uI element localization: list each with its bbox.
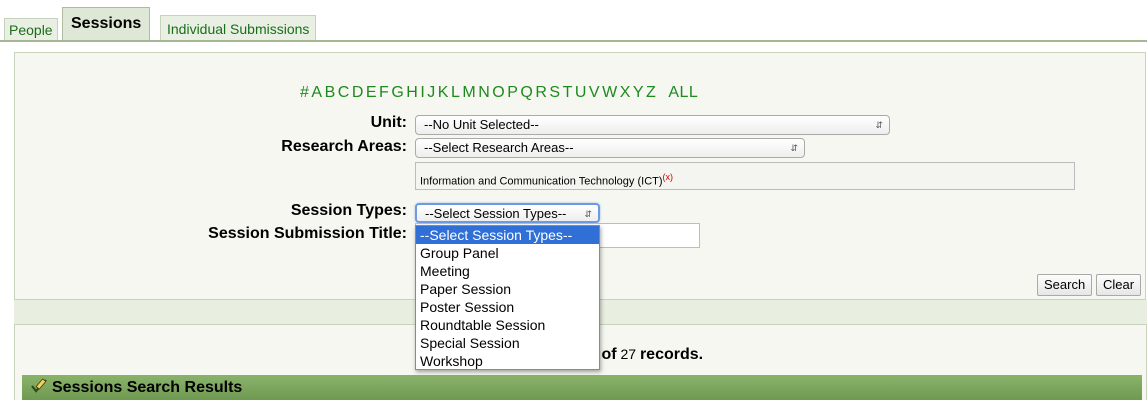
session-type-option[interactable]: Special Session [416,334,599,352]
results-header: Sessions Search Results [22,375,1142,400]
letter-link[interactable]: V [589,84,600,101]
letter-link[interactable]: Y [633,84,644,101]
pencil-check-icon [30,377,48,395]
letter-link[interactable]: Z [646,84,656,101]
letter-link[interactable]: D [352,84,364,101]
session-type-option[interactable]: Roundtable Session [416,316,599,334]
unit-select-value: --No Unit Selected-- [424,117,539,132]
session-title-label: Session Submission Title: [208,225,407,242]
search-button[interactable]: Search [1037,274,1093,296]
remove-area-link[interactable]: (x) [663,172,674,182]
session-types-dropdown[interactable]: --Select Session Types-- Group Panel Meeti… [415,225,600,370]
letter-link[interactable]: I [420,84,425,101]
letter-link[interactable]: A [311,84,322,101]
session-type-option[interactable]: Workshop [416,352,599,370]
records-total: 27 [620,346,637,362]
tab-divider [0,40,1147,42]
session-type-option[interactable]: --Select Session Types-- [416,226,599,244]
letter-link-all[interactable]: ALL [668,84,698,101]
letter-link[interactable]: H [406,84,418,101]
letter-link[interactable]: E [366,84,377,101]
selected-area-tag: Information and Communication Technology… [420,175,663,188]
letter-link[interactable]: R [535,84,547,101]
tab-individual-submissions[interactable]: Individual Submissions [160,15,317,40]
letter-link[interactable]: B [325,84,336,101]
select-arrows-icon: ⇵ [790,143,798,153]
select-arrows-icon: ⇵ [875,120,883,130]
letter-link[interactable]: O [492,84,505,101]
research-areas-label: Research Areas: [281,138,407,155]
letter-link[interactable]: G [391,84,404,101]
session-type-option[interactable]: Poster Session [416,298,599,316]
clear-button[interactable]: Clear [1096,274,1142,296]
session-types-select[interactable]: --Select Session Types-- ⇵ [415,203,600,223]
letter-link[interactable]: M [462,84,476,101]
session-types-label: Session Types: [290,202,407,219]
results-header-title: Sessions Search Results [52,379,243,396]
letter-link[interactable]: U [575,84,587,101]
letter-link[interactable]: N [478,84,490,101]
letter-link[interactable]: J [427,84,436,101]
letter-link[interactable]: S [549,84,560,101]
alphabet-filter: # A B C D E F G H I J K L M N O P Q R S T U V W X Y Z ALL [300,84,700,102]
records-count: 27 of 27 records. [582,346,703,364]
records-of: of [601,346,617,363]
session-type-option[interactable]: Meeting [416,262,599,280]
tab-people[interactable]: People [4,18,58,40]
unit-label: Unit: [370,114,407,131]
session-types-select-value: --Select Session Types-- [425,206,567,221]
tab-sessions[interactable]: Sessions [62,7,151,42]
letter-link[interactable]: Q [520,84,533,101]
research-areas-select[interactable]: --Select Research Areas-- ⇵ [415,138,805,158]
letter-link[interactable]: C [338,84,350,101]
letter-link[interactable]: P [507,84,518,101]
records-suffix: records. [639,346,704,363]
letter-link[interactable]: K [438,84,449,101]
letter-link[interactable]: T [563,84,573,101]
session-type-option[interactable]: Group Panel [416,244,599,262]
letter-link[interactable]: L [451,84,460,101]
letter-link[interactable]: W [602,84,618,101]
letter-link[interactable]: X [620,84,631,101]
tab-bar: People Sessions Individual Submissions [0,0,1147,42]
research-areas-select-value: --Select Research Areas-- [424,140,574,155]
select-arrows-icon: ⇵ [584,209,592,219]
unit-select[interactable]: --No Unit Selected-- ⇵ [415,115,890,135]
letter-link[interactable]: F [379,84,389,101]
session-type-option[interactable]: Paper Session [416,280,599,298]
letter-link[interactable]: # [300,84,309,101]
selected-areas-box: Information and Communication Technology… [415,162,1075,190]
